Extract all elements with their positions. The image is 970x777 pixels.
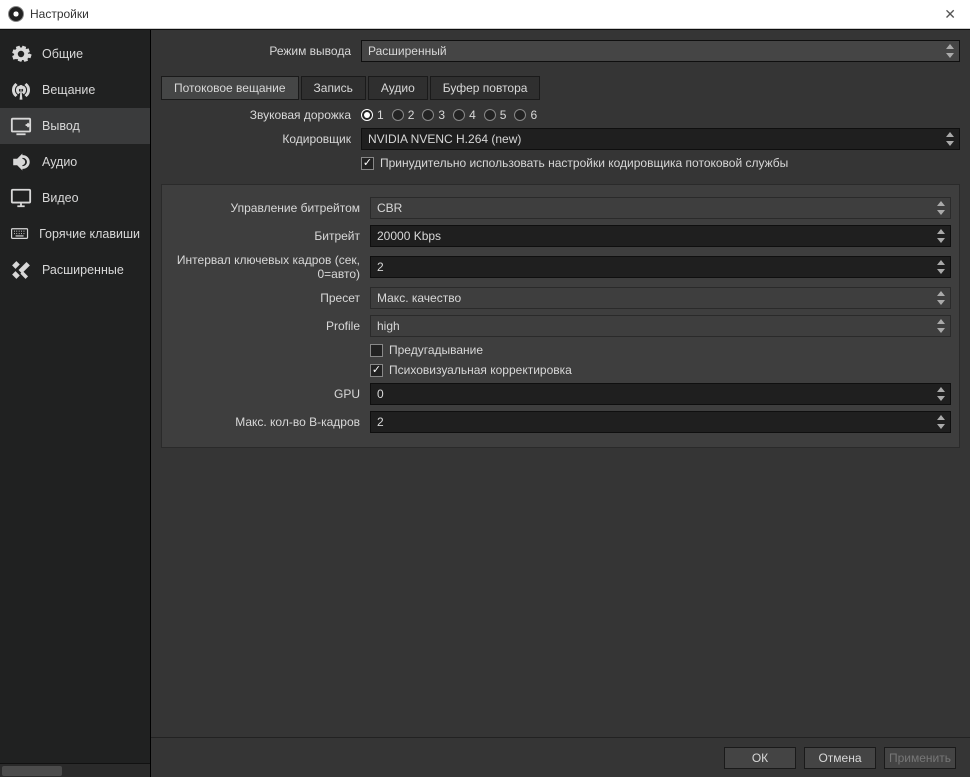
- sidebar-item-hotkeys[interactable]: Горячие клавиши: [0, 216, 150, 252]
- tab-replay-buffer[interactable]: Буфер повтора: [430, 76, 541, 100]
- encoder-label: Кодировщик: [161, 132, 361, 146]
- rate-control-select[interactable]: CBR: [370, 197, 951, 219]
- audio-track-6[interactable]: 6: [514, 108, 537, 122]
- enforce-checkbox[interactable]: Принудительно использовать настройки код…: [361, 156, 788, 170]
- sidebar-item-label: Вещание: [42, 83, 95, 97]
- titlebar: Настройки ✕: [0, 0, 970, 29]
- speaker-icon: [10, 151, 32, 173]
- ok-button[interactable]: ОК: [724, 747, 796, 769]
- preset-label: Пресет: [170, 291, 370, 305]
- tools-icon: [10, 259, 32, 281]
- sidebar-scrollbar[interactable]: [0, 763, 150, 777]
- sidebar-item-video[interactable]: Видео: [0, 180, 150, 216]
- sidebar-item-advanced[interactable]: Расширенные: [0, 252, 150, 288]
- profile-label: Profile: [170, 319, 370, 333]
- encoder-settings-panel: Управление битрейтом CBR Битрейт 20000 K…: [161, 184, 960, 448]
- dialog-buttons: ОК Отмена Применить: [151, 737, 970, 777]
- audio-track-5[interactable]: 5: [484, 108, 507, 122]
- sidebar-item-label: Горячие клавиши: [39, 227, 140, 241]
- close-icon[interactable]: ✕: [938, 6, 962, 23]
- bitrate-input[interactable]: 20000 Kbps: [370, 225, 951, 247]
- output-mode-label: Режим вывода: [161, 44, 361, 58]
- output-mode-select[interactable]: Расширенный: [361, 40, 960, 62]
- psycho-label: Психовизуальная корректировка: [389, 363, 572, 377]
- sidebar-item-label: Расширенные: [42, 263, 124, 277]
- keyint-input[interactable]: 2: [370, 256, 951, 278]
- sidebar-item-stream[interactable]: Вещание: [0, 72, 150, 108]
- gpu-label: GPU: [170, 387, 370, 401]
- sidebar-item-output[interactable]: Вывод: [0, 108, 150, 144]
- tab-streaming[interactable]: Потоковое вещание: [161, 76, 299, 100]
- audio-track-4[interactable]: 4: [453, 108, 476, 122]
- sidebar-item-general[interactable]: Общие: [0, 36, 150, 72]
- rate-control-label: Управление битрейтом: [170, 201, 370, 215]
- main-content: Режим вывода Расширенный Потоковое вещан…: [151, 30, 970, 777]
- bframes-label: Макс. кол-во B-кадров: [170, 415, 370, 429]
- app-icon: [8, 6, 24, 22]
- sidebar: Общие Вещание Вывод Аудио: [0, 30, 151, 777]
- sidebar-item-label: Общие: [42, 47, 83, 61]
- cancel-button[interactable]: Отмена: [804, 747, 876, 769]
- antenna-icon: [10, 79, 32, 101]
- window-title: Настройки: [30, 7, 89, 21]
- enforce-label: Принудительно использовать настройки код…: [380, 156, 788, 170]
- tab-recording[interactable]: Запись: [301, 76, 366, 100]
- preset-select[interactable]: Макс. качество: [370, 287, 951, 309]
- bframes-input[interactable]: 2: [370, 411, 951, 433]
- audio-track-2[interactable]: 2: [392, 108, 415, 122]
- audio-track-1[interactable]: 1: [361, 108, 384, 122]
- tab-audio[interactable]: Аудио: [368, 76, 428, 100]
- sidebar-item-label: Аудио: [42, 155, 77, 169]
- output-icon: [10, 115, 32, 137]
- sidebar-item-audio[interactable]: Аудио: [0, 144, 150, 180]
- profile-select[interactable]: high: [370, 315, 951, 337]
- audio-track-radios: 1 2 3 4 5 6: [361, 108, 960, 122]
- apply-button[interactable]: Применить: [884, 747, 956, 769]
- sidebar-item-label: Видео: [42, 191, 79, 205]
- audio-track-label: Звуковая дорожка: [161, 108, 361, 122]
- audio-track-3[interactable]: 3: [422, 108, 445, 122]
- output-tabs: Потоковое вещание Запись Аудио Буфер пов…: [161, 76, 960, 100]
- keyint-label: Интервал ключевых кадров (сек, 0=авто): [170, 253, 370, 281]
- encoder-select[interactable]: NVIDIA NVENC H.264 (new): [361, 128, 960, 150]
- bitrate-label: Битрейт: [170, 229, 370, 243]
- lookahead-checkbox[interactable]: Предугадывание: [370, 343, 483, 357]
- output-mode-value: Расширенный: [368, 44, 447, 58]
- lookahead-label: Предугадывание: [389, 343, 483, 357]
- sidebar-item-label: Вывод: [42, 119, 80, 133]
- monitor-icon: [10, 187, 32, 209]
- gpu-input[interactable]: 0: [370, 383, 951, 405]
- encoder-value: NVIDIA NVENC H.264 (new): [368, 132, 521, 146]
- gear-icon: [10, 43, 32, 65]
- psycho-checkbox[interactable]: Психовизуальная корректировка: [370, 363, 572, 377]
- keyboard-icon: [10, 223, 29, 245]
